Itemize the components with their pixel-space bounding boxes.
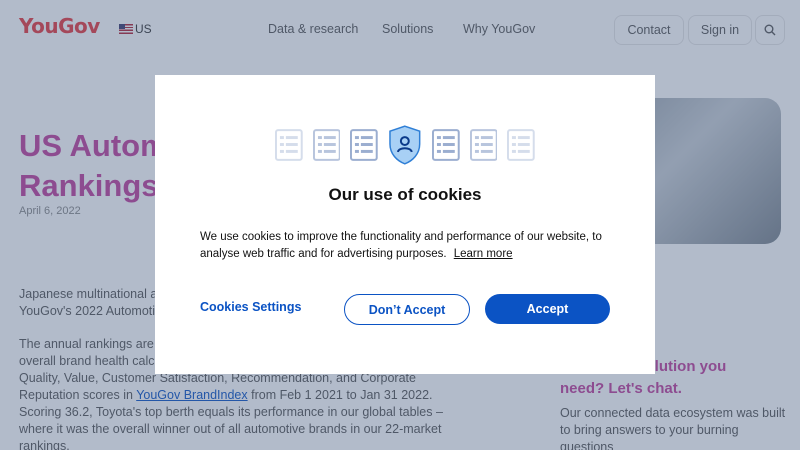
document-list-icon [507, 129, 535, 161]
accept-button[interactable]: Accept [485, 294, 610, 324]
shield-user-icon [389, 125, 421, 165]
document-list-icon [350, 129, 379, 161]
dont-accept-button[interactable]: Don’t Accept [344, 294, 470, 325]
document-list-icon [431, 129, 460, 161]
page: YouGov US Data & research Solutions Why … [0, 0, 800, 450]
learn-more-link[interactable]: Learn more [454, 248, 513, 260]
cookies-settings-button[interactable]: Cookies Settings [200, 300, 301, 314]
cookie-consent-modal: Our use of cookies We use cookies to imp… [155, 75, 655, 374]
cookie-modal-title: Our use of cookies [328, 185, 482, 204]
cookie-description: We use cookies to improve the functional… [200, 231, 602, 260]
document-list-icon [275, 129, 303, 161]
cookie-modal-text: We use cookies to improve the functional… [200, 229, 620, 263]
cookie-illustration [275, 125, 535, 165]
document-list-icon [469, 129, 498, 161]
document-list-icon [312, 129, 341, 161]
